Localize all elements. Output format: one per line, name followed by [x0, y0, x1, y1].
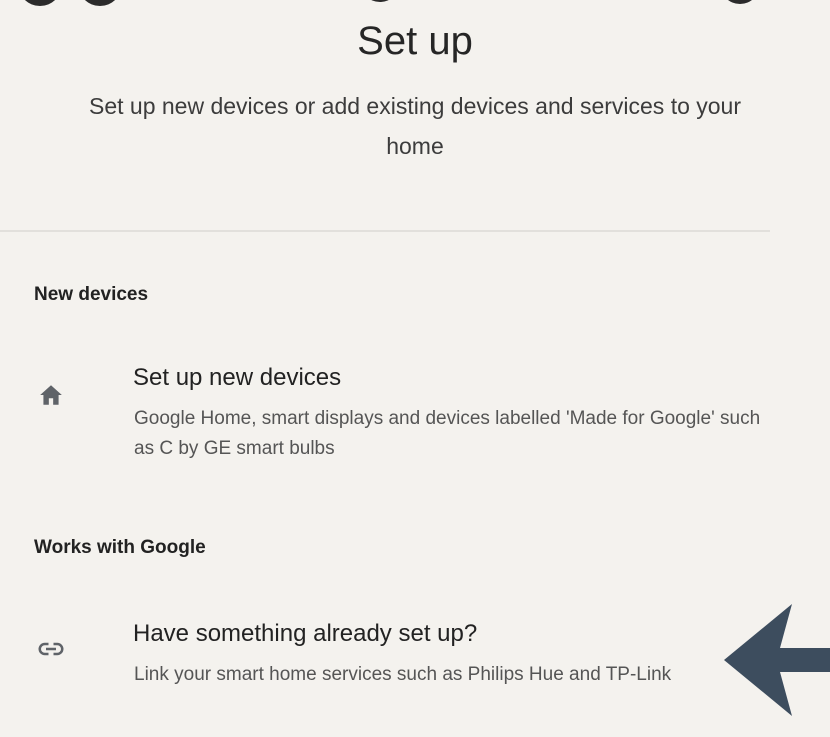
- link-icon: [34, 632, 68, 666]
- list-item-title: Set up new devices: [133, 364, 342, 391]
- section-label-new-devices: New devices: [34, 284, 149, 305]
- list-item-set-up-new-devices[interactable]: Set up new devices Google Home, smart di…: [0, 364, 830, 464]
- page-title: Set up: [357, 19, 473, 63]
- arrow-left-icon: [724, 604, 830, 716]
- section-label-works-with-google: Works with Google: [34, 537, 206, 558]
- list-item-title: Have something already set up?: [133, 620, 478, 647]
- header-divider: [0, 230, 770, 232]
- page-subtitle: Set up new devices or add existing devic…: [88, 93, 742, 159]
- home-icon: [34, 378, 68, 412]
- list-item-description: Link your smart home services such as Ph…: [134, 664, 672, 685]
- page-header: Set up Set up new devices or add existin…: [0, 14, 830, 166]
- list-item-have-something-already-set-up[interactable]: Have something already set up? Link your…: [0, 620, 830, 720]
- cropped-header-shapes: [24, 0, 752, 6]
- list-item-description: Google Home, smart displays and devices …: [134, 408, 761, 459]
- top-cropped-header-fragment: [0, 0, 830, 8]
